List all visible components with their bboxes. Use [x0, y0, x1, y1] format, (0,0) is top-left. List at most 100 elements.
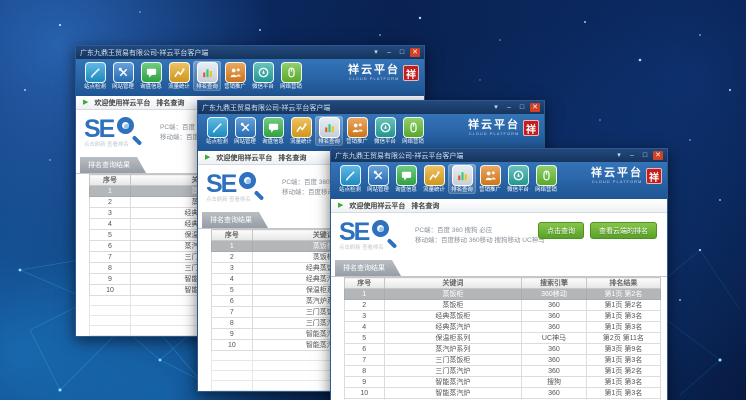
header-seq[interactable]: 序号	[345, 278, 385, 289]
cell-keyword: 蒸饭柜	[384, 289, 522, 300]
toolbar-item-site-manage[interactable]: 网站管理	[231, 116, 259, 146]
main-toolbar: 站点检测 网站管理 询盘信息 流量统计 排名查询 营销推广 微信平台 网络营销	[76, 59, 424, 96]
ranking-query-icon	[456, 169, 469, 182]
view-cloud-rank-button[interactable]: 查看云端的排名	[590, 222, 657, 239]
skin-icon[interactable]: ▾	[491, 103, 501, 112]
desktop-background: 广东九鼎王贸易有限公司-祥云平台客户端 ▾ – □ ✕ 站点检测 网站管理 询盘…	[0, 0, 746, 400]
promotion-users-icon	[351, 121, 364, 134]
toolbar-item-site-check[interactable]: 站点检测	[203, 116, 231, 146]
toolbar-item-traffic[interactable]: 流量统计	[165, 61, 193, 91]
toolbar-item-label: 流量统计	[166, 83, 191, 90]
toolbar-item-ranking[interactable]: 排名查询	[193, 61, 221, 91]
toolbar-item-promotion[interactable]: 营销推广	[476, 164, 504, 194]
table-row[interactable]: 8三门蒸汽炉360第1页 第2名	[345, 366, 661, 377]
cell-empty	[90, 296, 131, 306]
toolbar-item-site-manage[interactable]: 网站管理	[109, 61, 137, 91]
header-engine[interactable]: 搜索引擎	[522, 278, 586, 289]
minimize-icon[interactable]: –	[384, 48, 394, 57]
toolbar-item-ranking[interactable]: 排名查询	[448, 164, 476, 194]
header-keyword[interactable]: 关键词	[384, 278, 522, 289]
table-row[interactable]: 5保温柜系列UC神马第2页 第11名	[345, 333, 661, 344]
brand-logo: 祥云平台 CLOUD PLATFORM 祥	[468, 116, 539, 136]
traffic-stats-icon	[428, 169, 441, 182]
toolbar-item-wechat[interactable]: 微信平台	[504, 164, 532, 194]
cell-rank: 第1页 第3名	[586, 388, 660, 399]
table-row[interactable]: 1蒸饭柜360移动第1页 第2名	[345, 289, 661, 300]
cell-rank: 第1页 第2名	[586, 300, 660, 311]
seo-logo: SE 点击刷新 查看排名	[206, 172, 268, 204]
tab-ranking-results[interactable]: 排名查询结果	[335, 260, 401, 276]
breadcrumb: ▶ 欢迎使用祥云平台 排名查询	[331, 199, 667, 213]
toolbar-item-inquiry[interactable]: 询盘信息	[137, 61, 165, 91]
toolbar-item-label: 微信平台	[372, 138, 397, 145]
flag-icon: ▶	[83, 99, 88, 106]
window-titlebar[interactable]: 广东九鼎王贸易有限公司-祥云平台客户端 ▾ – □ ✕	[198, 101, 544, 114]
toolbar-item-wechat[interactable]: 微信平台	[371, 116, 399, 146]
toolbar-item-label: 网络营销	[533, 186, 558, 193]
maximize-icon[interactable]: □	[640, 151, 650, 160]
maximize-icon[interactable]: □	[517, 103, 527, 112]
toolbar-item-promotion[interactable]: 营销推广	[221, 61, 249, 91]
table-row[interactable]: 4经典蒸汽炉360第1页 第3名	[345, 322, 661, 333]
toolbar-item-site-check[interactable]: 站点检测	[336, 164, 364, 194]
cell-engine: 360移动	[522, 289, 586, 300]
toolbar-item-traffic[interactable]: 流量统计	[420, 164, 448, 194]
tab-ranking-results[interactable]: 排名查询结果	[202, 212, 268, 228]
cell-empty	[90, 306, 131, 316]
skin-icon[interactable]: ▾	[371, 48, 381, 57]
skin-icon[interactable]: ▾	[614, 151, 624, 160]
cell-engine: 360	[522, 388, 586, 399]
table-header-row: 序号 关键词 搜索引擎 排名结果	[345, 278, 661, 289]
toolbar-item-network[interactable]: 网络营销	[532, 164, 560, 194]
header-seq[interactable]: 序号	[212, 230, 253, 241]
toolbar-item-ranking[interactable]: 排名查询	[315, 116, 343, 146]
cell-empty	[90, 336, 131, 338]
app-window-front[interactable]: 广东九鼎王贸易有限公司-祥云平台客户端 ▾ – □ ✕ 站点检测 网站管理 询盘…	[330, 148, 668, 400]
toolbar-item-site-check[interactable]: 站点检测	[81, 61, 109, 91]
wechat-platform-icon	[379, 121, 392, 134]
close-icon[interactable]: ✕	[530, 103, 540, 112]
table-row[interactable]: 2蒸饭柜360第1页 第2名	[345, 300, 661, 311]
toolbar-item-inquiry[interactable]: 询盘信息	[259, 116, 287, 146]
window-titlebar[interactable]: 广东九鼎王贸易有限公司-祥云平台客户端 ▾ – □ ✕	[331, 149, 667, 162]
table-row[interactable]: 9智能蒸汽炉搜狗第1页 第3名	[345, 377, 661, 388]
toolbar-item-network[interactable]: 网络营销	[277, 61, 305, 91]
site-manage-icon	[239, 121, 252, 134]
site-manage-icon	[117, 66, 130, 79]
close-icon[interactable]: ✕	[653, 151, 663, 160]
cell-seq: 4	[345, 322, 385, 333]
toolbar-item-wechat[interactable]: 微信平台	[249, 61, 277, 91]
cell-empty	[212, 361, 253, 371]
cell-keyword: 蒸汽炉系列	[384, 344, 522, 355]
table-row[interactable]: 10智能蒸汽炉360第1页 第3名	[345, 388, 661, 399]
cell-engine: 360	[522, 344, 586, 355]
cell-seq: 10	[212, 340, 253, 351]
minimize-icon[interactable]: –	[627, 151, 637, 160]
seo-logo: SE 点击刷新 查看排名	[339, 220, 401, 252]
header-rank[interactable]: 排名结果	[586, 278, 660, 289]
query-button[interactable]: 点击查询	[538, 222, 584, 239]
header-seq[interactable]: 序号	[90, 175, 131, 186]
wechat-platform-icon	[257, 66, 270, 79]
close-icon[interactable]: ✕	[410, 48, 420, 57]
results-body: 1蒸饭柜360移动第1页 第2名2蒸饭柜360第1页 第2名3经典蒸饭柜360第…	[345, 289, 661, 400]
window-titlebar[interactable]: 广东九鼎王贸易有限公司-祥云平台客户端 ▾ – □ ✕	[76, 46, 424, 59]
toolbar-item-inquiry[interactable]: 询盘信息	[392, 164, 420, 194]
cell-seq: 5	[345, 333, 385, 344]
table-row[interactable]: 3经典蒸饭柜360第1页 第3名	[345, 311, 661, 322]
toolbar-item-promotion[interactable]: 营销推广	[343, 116, 371, 146]
table-row[interactable]: 7三门蒸饭柜360第1页 第3名	[345, 355, 661, 366]
minimize-icon[interactable]: –	[504, 103, 514, 112]
maximize-icon[interactable]: □	[397, 48, 407, 57]
toolbar-item-label: 站点检测	[82, 83, 107, 90]
seo-logo-text: SE	[84, 117, 113, 141]
tab-ranking-results[interactable]: 排名查询结果	[80, 157, 146, 173]
table-row[interactable]: 6蒸汽炉系列360第3页 第9名	[345, 344, 661, 355]
toolbar-item-label: 询盘信息	[393, 186, 418, 193]
toolbar-item-site-manage[interactable]: 网站管理	[364, 164, 392, 194]
toolbar-item-label: 流量统计	[288, 138, 313, 145]
cell-seq: 4	[90, 219, 131, 230]
toolbar-item-network[interactable]: 网络营销	[399, 116, 427, 146]
toolbar-item-traffic[interactable]: 流量统计	[287, 116, 315, 146]
seo-tagline: 点击刷新 查看排名	[339, 245, 395, 251]
